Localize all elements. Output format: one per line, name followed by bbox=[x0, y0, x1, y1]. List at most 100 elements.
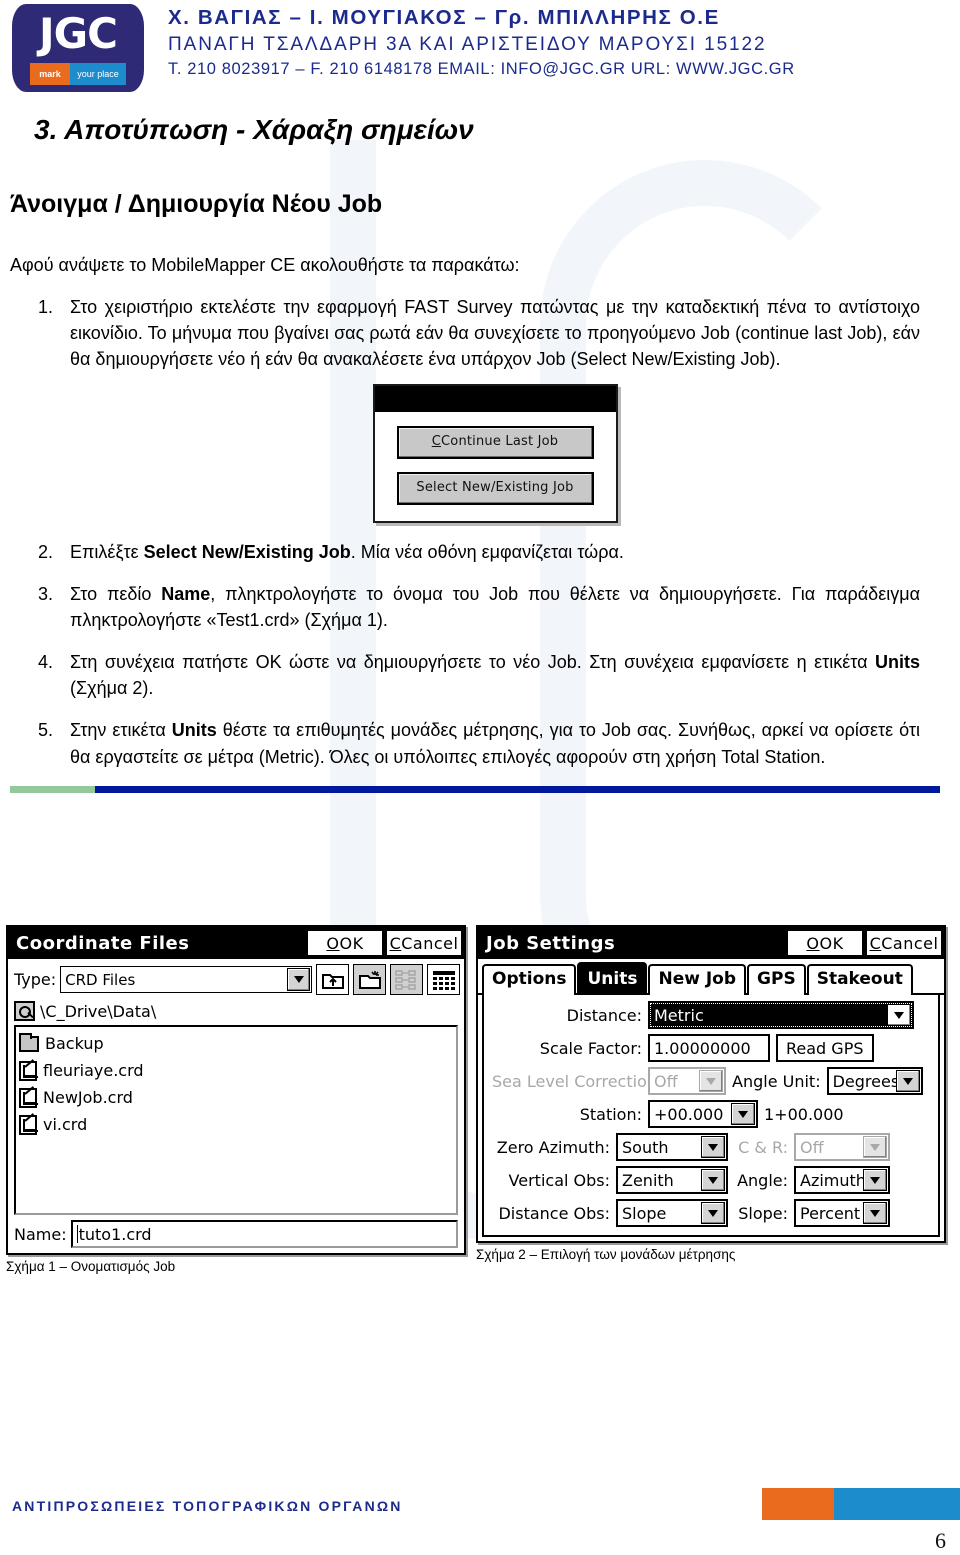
list-view-icon[interactable] bbox=[390, 964, 423, 995]
figure-2-caption: Σχήμα 2 – Επιλογή των μονάδων μέτρησης bbox=[476, 1247, 736, 1262]
current-path-row: \C_Drive\Data\ bbox=[8, 999, 464, 1023]
vertical-obs-row: Vertical Obs: Zenith Angle: Azimuth bbox=[492, 1166, 930, 1194]
list-item[interactable]: NewJob.crd bbox=[19, 1084, 456, 1111]
tab-new-job[interactable]: New Job bbox=[648, 964, 747, 995]
details-view-glyph bbox=[432, 970, 455, 990]
step-5-emphasis: Units bbox=[171, 720, 217, 741]
page-content: 3. Αποτύπωση - Χάραξη σημείων Άνοιγμα / … bbox=[0, 100, 960, 786]
list-item[interactable]: vi.crd bbox=[19, 1111, 456, 1138]
company-address: ΠΑΝΑΓΗ ΤΣΑΛΔΑΡΗ 3Α ΚΑΙ ΑΡΙΣΤΕΙΔΟΥ ΜΑΡΟΥΣ… bbox=[168, 34, 767, 55]
section-divider bbox=[10, 786, 940, 793]
tab-stakeout[interactable]: Stakeout bbox=[806, 964, 913, 995]
chevron-down-icon[interactable] bbox=[701, 1169, 725, 1191]
coordinate-files-cancel-button[interactable]: C Cancel bbox=[386, 930, 462, 956]
list-item[interactable]: fleuriaye.crd bbox=[19, 1057, 456, 1084]
search-icon[interactable] bbox=[14, 1001, 35, 1021]
chevron-down-icon[interactable] bbox=[895, 1070, 920, 1092]
coordinate-files-cancel-label: Cancel bbox=[401, 933, 459, 953]
company-name: Χ. ΒΑΓΙΑΣ – Ι. ΜΟΥΓΙΑΚΟΣ – Γρ. ΜΠΙΛΛΗΡΗΣ… bbox=[168, 6, 720, 29]
step-4-text-c: (Σχήμα 2). bbox=[70, 678, 154, 699]
file-name-value: tuto1.crd bbox=[78, 1224, 152, 1244]
list-item-label: fleuriaye.crd bbox=[43, 1061, 144, 1080]
logo-tagline-mark: mark bbox=[30, 63, 70, 85]
station-row: Station: +00.000 1+00.000 bbox=[492, 1100, 930, 1128]
list-view-glyph bbox=[394, 969, 416, 990]
figure-2: Job Settings O OK C Cancel Options Units N… bbox=[476, 925, 946, 1262]
company-details: Χ. ΒΑΓΙΑΣ – Ι. ΜΟΥΓΙΑΚΟΣ – Γρ. ΜΠΙΛΛΗΡΗΣ… bbox=[168, 6, 960, 79]
vertical-obs-select[interactable]: Zenith bbox=[616, 1166, 728, 1194]
details-view-icon[interactable] bbox=[427, 964, 460, 995]
chevron-down-icon[interactable] bbox=[701, 1202, 725, 1224]
zero-azimuth-row: Zero Azimuth: South C & R: Off bbox=[492, 1133, 930, 1161]
chevron-down-icon[interactable] bbox=[863, 1202, 887, 1224]
footer-accent-bars bbox=[762, 1488, 960, 1520]
read-gps-button[interactable]: Read GPS bbox=[776, 1034, 874, 1062]
parent-folder-icon[interactable] bbox=[316, 964, 349, 995]
file-list[interactable]: Backup fleuriaye.crd NewJob.crd vi.crd bbox=[14, 1025, 458, 1215]
continue-last-job-label: Continue Last Job bbox=[441, 434, 559, 450]
tab-options[interactable]: Options bbox=[482, 964, 577, 995]
c-and-r-label: C & R: bbox=[738, 1137, 788, 1157]
chevron-down-icon[interactable] bbox=[887, 1004, 911, 1026]
chevron-down-icon[interactable] bbox=[701, 1136, 725, 1158]
zero-azimuth-select[interactable]: South bbox=[616, 1133, 728, 1161]
fast-survey-startup-dialog: CContinue Last Job Select New/Existing J… bbox=[372, 384, 618, 523]
sea-level-row: Sea Level Correction: Off Angle Unit: De… bbox=[492, 1067, 930, 1095]
distance-row: Distance: Metric bbox=[492, 1001, 930, 1029]
list-item-label: Backup bbox=[45, 1034, 104, 1053]
file-type-select[interactable]: CRD Files bbox=[60, 966, 312, 993]
scale-factor-label: Scale Factor: bbox=[539, 1038, 642, 1058]
distance-value: Metric bbox=[654, 1005, 704, 1025]
scale-factor-value: 1.00000000 bbox=[654, 1038, 751, 1058]
folder-icon bbox=[19, 1032, 39, 1052]
scale-factor-input[interactable]: 1.00000000 bbox=[648, 1034, 770, 1062]
crd-file-icon bbox=[19, 1112, 38, 1135]
step-5-text-a: Στην ετικέτα bbox=[70, 720, 172, 741]
chevron-down-icon[interactable] bbox=[699, 1070, 723, 1092]
step-2: Επιλέξτε Select New/Existing Job. Μία νέ… bbox=[34, 539, 920, 565]
chevron-down-icon[interactable] bbox=[287, 968, 310, 991]
distance-select[interactable]: Metric bbox=[648, 1001, 914, 1029]
job-settings-cancel-label: Cancel bbox=[881, 933, 939, 953]
steps-list: Στο χειριστήριο εκτελέστε την εφαρμογή F… bbox=[34, 294, 920, 770]
chevron-down-icon[interactable] bbox=[863, 1169, 887, 1191]
page-number: 6 bbox=[935, 1528, 946, 1553]
vertical-obs-label: Vertical Obs: bbox=[508, 1170, 610, 1190]
chevron-down-icon[interactable] bbox=[863, 1136, 887, 1158]
vertical-obs-value: Zenith bbox=[622, 1170, 674, 1190]
coordinate-files-ok-button[interactable]: O OK bbox=[307, 930, 383, 956]
file-name-input[interactable]: tuto1.crd bbox=[70, 1220, 458, 1248]
divider-blue-segment bbox=[95, 786, 940, 793]
chevron-down-icon[interactable] bbox=[731, 1103, 755, 1125]
page-header: JGC mark your place Χ. ΒΑΓΙΑΣ – Ι. ΜΟΥΓΙ… bbox=[0, 0, 960, 100]
tab-units[interactable]: Units bbox=[577, 962, 648, 993]
distance-obs-label: Distance Obs: bbox=[498, 1203, 610, 1223]
distance-obs-value: Slope bbox=[622, 1203, 667, 1223]
job-settings-tabs: Options Units New Job GPS Stakeout bbox=[478, 959, 944, 995]
c-and-r-select[interactable]: Off bbox=[794, 1133, 890, 1161]
slope-select[interactable]: Percent bbox=[794, 1199, 890, 1227]
angle-unit-select[interactable]: Degrees bbox=[826, 1067, 923, 1095]
job-settings-ok-button[interactable]: O OK bbox=[787, 930, 863, 956]
continue-last-job-button[interactable]: CContinue Last Job bbox=[396, 426, 594, 460]
station-display: 1+00.000 bbox=[764, 1104, 844, 1124]
distance-obs-select[interactable]: Slope bbox=[616, 1199, 728, 1227]
file-name-label: Name: bbox=[14, 1224, 67, 1244]
new-folder-glyph bbox=[358, 970, 381, 989]
station-label: Station: bbox=[579, 1104, 642, 1124]
angle-select[interactable]: Azimuth bbox=[794, 1166, 890, 1194]
slope-label: Slope: bbox=[738, 1203, 788, 1223]
file-type-label: Type: bbox=[14, 970, 57, 989]
zero-azimuth-value: South bbox=[622, 1137, 669, 1157]
tab-gps[interactable]: GPS bbox=[747, 964, 806, 995]
station-select[interactable]: +00.000 bbox=[648, 1100, 758, 1128]
list-item-label: vi.crd bbox=[43, 1115, 88, 1134]
select-new-existing-job-button[interactable]: Select New/Existing Job bbox=[396, 472, 594, 505]
list-item[interactable]: Backup bbox=[19, 1030, 456, 1057]
job-settings-title: Job Settings bbox=[486, 932, 616, 954]
file-type-row: Type: CRD Files bbox=[8, 959, 464, 999]
job-settings-cancel-button[interactable]: C Cancel bbox=[866, 930, 942, 956]
sea-level-correction-select[interactable]: Off bbox=[648, 1067, 726, 1095]
select-new-existing-job-label: Select New/Existing Job bbox=[416, 480, 574, 496]
new-folder-icon[interactable] bbox=[353, 964, 386, 995]
